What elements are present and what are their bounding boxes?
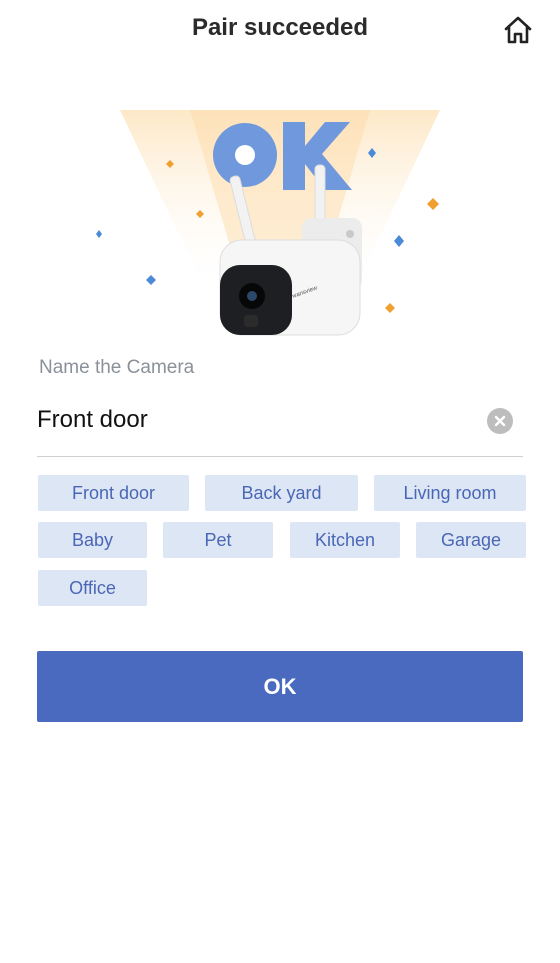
camera-name-input[interactable]	[37, 400, 477, 440]
suggestion-chip-living-room[interactable]: Living room	[374, 475, 526, 511]
suggestion-chip-back-yard[interactable]: Back yard	[205, 475, 358, 511]
suggestion-chip-baby[interactable]: Baby	[38, 522, 147, 558]
ok-button[interactable]: OK	[37, 651, 523, 722]
clear-input-button[interactable]	[487, 408, 513, 434]
home-button[interactable]	[500, 12, 536, 48]
pairing-success-illustration: OK wansview	[80, 100, 440, 336]
suggestion-chip-garage[interactable]: Garage	[416, 522, 526, 558]
input-underline	[37, 456, 523, 457]
suggestion-chip-office[interactable]: Office	[38, 570, 147, 606]
name-camera-label: Name the Camera	[39, 357, 195, 378]
ok-badge-text: OK	[80, 100, 82, 101]
suggestion-chip-pet[interactable]: Pet	[163, 522, 273, 558]
page-title: Pair succeeded	[191, 14, 369, 41]
home-icon	[504, 16, 532, 44]
suggestion-chip-front-door[interactable]: Front door	[38, 475, 189, 511]
clear-icon	[494, 415, 506, 427]
suggestion-chip-kitchen[interactable]: Kitchen	[290, 522, 400, 558]
